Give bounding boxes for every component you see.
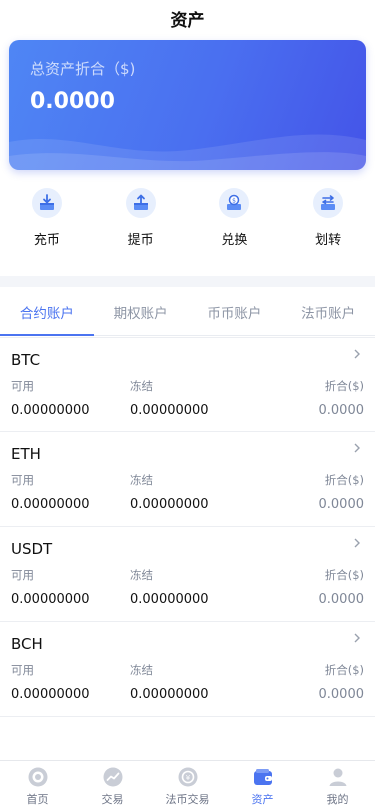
exchange-button[interactable]: $ 兑换 (188, 188, 282, 248)
available-value: 0.00000000 (11, 403, 90, 418)
available-value: 0.00000000 (11, 592, 90, 607)
converted-value: 0.0000 (318, 592, 365, 607)
available-label: 可用 (11, 473, 34, 487)
frozen-value: 0.00000000 (130, 403, 209, 418)
frozen-value: 0.00000000 (130, 497, 209, 512)
converted-value: 0.0000 (318, 403, 365, 418)
chevron-right-icon (354, 443, 360, 453)
svg-text:$: $ (232, 197, 236, 204)
total-balance-card: 总资产折合（$) 0.0000 (9, 40, 366, 170)
exchange-label: 兑换 (221, 233, 248, 248)
frozen-value: 0.00000000 (130, 592, 209, 607)
asset-card-usdt[interactable]: USDT 可用 冻结 折合($) 0.00000000 0.00000000 0… (0, 527, 375, 622)
nav-item-home[interactable]: 首页 (0, 761, 75, 812)
nav-label-home: 首页 (26, 793, 49, 806)
deposit-button[interactable]: 充币 (0, 188, 94, 248)
asset-name: BTC (11, 351, 41, 369)
nav-label-trade: 交易 (101, 793, 124, 806)
asset-card-eth[interactable]: ETH 可用 冻结 折合($) 0.00000000 0.00000000 0.… (0, 432, 375, 527)
frozen-label: 冻结 (130, 379, 153, 393)
withdraw-button[interactable]: 提币 (94, 188, 188, 248)
frozen-label: 冻结 (130, 663, 153, 677)
chevron-right-icon (354, 349, 360, 359)
available-value: 0.00000000 (11, 687, 90, 702)
asset-card-bch[interactable]: BCH 可用 冻结 折合($) 0.00000000 0.00000000 0.… (0, 622, 375, 717)
available-label: 可用 (11, 379, 34, 393)
transfer-label: 划转 (315, 233, 342, 248)
total-balance-value: 0.0000 (30, 89, 115, 114)
nav-item-trade[interactable]: 交易 (75, 761, 150, 812)
asset-card-btc[interactable]: BTC 可用 冻结 折合($) 0.00000000 0.00000000 0.… (0, 337, 375, 432)
total-balance-label: 总资产折合（$) (30, 60, 136, 78)
converted-label: 折合($) (324, 568, 364, 582)
withdraw-label: 提币 (127, 233, 154, 248)
home-icon (28, 767, 47, 787)
transfer-button[interactable]: 划转 (281, 188, 375, 248)
frozen-label: 冻结 (130, 568, 153, 582)
converted-label: 折合($) (324, 663, 364, 677)
withdraw-icon (125, 188, 156, 218)
tab-fiat-account[interactable]: 法币账户 (281, 288, 375, 335)
deposit-label: 充币 (33, 233, 60, 248)
frozen-label: 冻结 (130, 473, 153, 487)
available-value: 0.00000000 (11, 497, 90, 512)
nav-label-profile: 我的 (326, 793, 349, 806)
tab-options-account[interactable]: 期权账户 (94, 288, 188, 335)
asset-list: BTC 可用 冻结 折合($) 0.00000000 0.00000000 0.… (0, 337, 375, 717)
svg-text:¥: ¥ (185, 774, 190, 782)
converted-value: 0.0000 (318, 687, 365, 702)
nav-item-fiat-trade[interactable]: ¥ 法币交易 (150, 761, 225, 812)
tab-spot-account[interactable]: 币币账户 (188, 288, 282, 335)
frozen-value: 0.00000000 (130, 687, 209, 702)
asset-name: BCH (11, 635, 43, 653)
section-divider (0, 276, 375, 287)
converted-label: 折合($) (324, 379, 364, 393)
converted-value: 0.0000 (318, 497, 365, 512)
asset-actions: 充币 提币 $ 兑换 划转 (0, 188, 375, 248)
trade-chart-icon (103, 767, 122, 787)
wallet-icon (253, 769, 272, 785)
available-label: 可用 (11, 568, 34, 582)
converted-label: 折合($) (324, 473, 364, 487)
transfer-icon (313, 188, 344, 218)
nav-label-fiat-trade: 法币交易 (165, 793, 210, 806)
tab-contract-account[interactable]: 合约账户 (0, 288, 94, 336)
deposit-icon (31, 188, 62, 218)
nav-item-profile[interactable]: 我的 (300, 761, 375, 812)
profile-icon (329, 768, 346, 786)
fiat-trade-icon: ¥ (178, 767, 197, 787)
page-title: 资产 (170, 10, 205, 31)
asset-name: USDT (11, 540, 53, 558)
bottom-nav: 首页 交易 ¥ 法币交易 资产 我的 (0, 760, 375, 812)
account-tabs: 合约账户 期权账户 币币账户 法币账户 (0, 288, 375, 336)
nav-item-assets[interactable]: 资产 (225, 761, 300, 812)
nav-label-assets: 资产 (251, 793, 274, 806)
chevron-right-icon (354, 538, 360, 548)
available-label: 可用 (11, 663, 34, 677)
exchange-icon: $ (219, 188, 250, 218)
top-header: 资产 (0, 0, 375, 36)
chevron-right-icon (354, 633, 360, 643)
asset-name: ETH (11, 445, 41, 463)
